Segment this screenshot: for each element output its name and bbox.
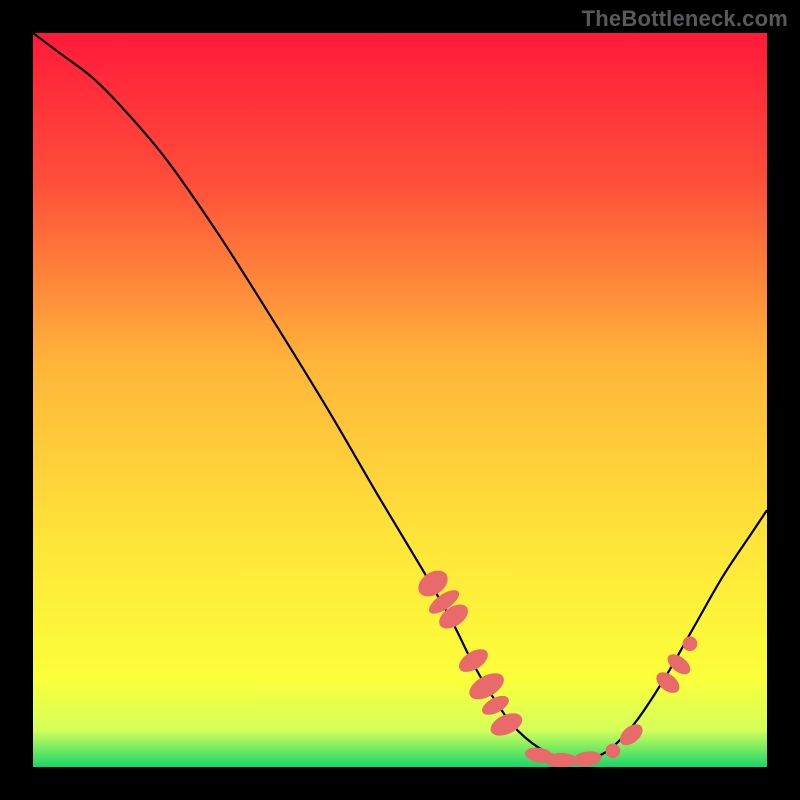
plot-area	[33, 33, 767, 767]
curve-marker	[606, 744, 621, 759]
chart-frame: TheBottleneck.com	[0, 0, 800, 800]
chart-background	[33, 33, 767, 767]
chart-svg	[33, 33, 767, 767]
watermark-text: TheBottleneck.com	[582, 6, 788, 32]
curve-marker	[683, 636, 698, 651]
